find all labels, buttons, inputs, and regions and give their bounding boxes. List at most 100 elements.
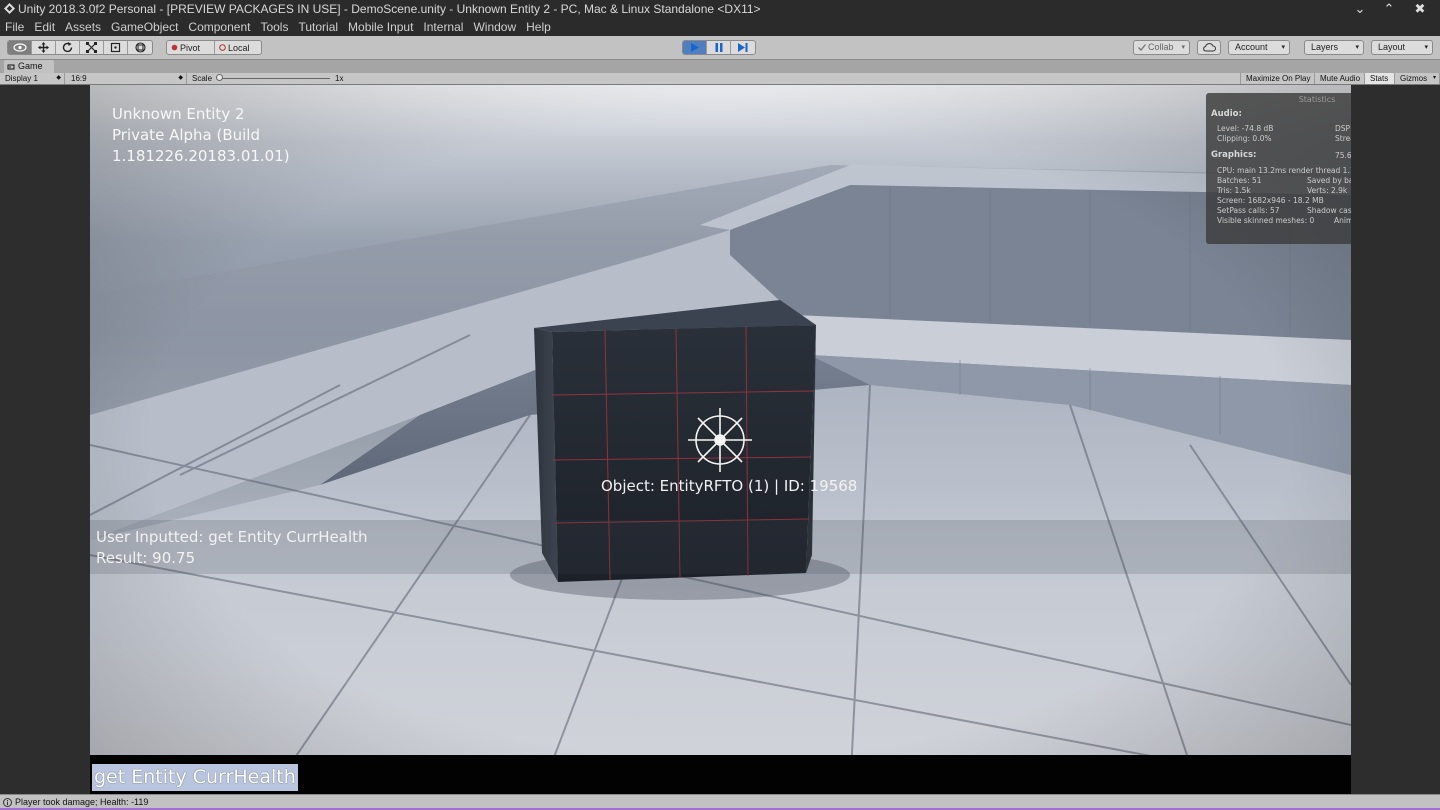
play-icon: [691, 43, 699, 52]
local-icon: [219, 44, 226, 51]
maximize-on-play-toggle[interactable]: Maximize On Play: [1240, 73, 1315, 84]
mute-audio-label: Mute Audio: [1320, 74, 1361, 83]
menu-file[interactable]: File: [0, 18, 29, 36]
chevron-down-icon: ▾: [1181, 44, 1185, 51]
chevron-down-icon: ▾: [1424, 44, 1428, 51]
account-label: Account: [1235, 42, 1268, 52]
menu-window[interactable]: Window: [468, 18, 521, 36]
rect-tool-button[interactable]: [104, 41, 128, 54]
gizmos-dropdown[interactable]: Gizmos ▾: [1395, 73, 1440, 84]
scale-tool-button[interactable]: [80, 41, 104, 54]
stats-title: Statistics: [1298, 95, 1336, 104]
check-icon: [1138, 44, 1146, 51]
game-controller-icon: [7, 64, 15, 70]
aspect-dropdown[interactable]: 16:9 ◆: [66, 73, 187, 84]
stats-screen: Screen: 1682x946 - 18.2 MB: [1217, 196, 1324, 205]
tab-game-label: Game: [18, 61, 43, 71]
tab-bar: Game: [0, 60, 1440, 73]
unity-logo-icon: [4, 3, 15, 14]
cloud-icon: [1203, 43, 1216, 52]
mute-audio-toggle[interactable]: Mute Audio: [1315, 73, 1365, 84]
collab-label: Collab: [1148, 42, 1174, 52]
eye-icon: [12, 43, 27, 52]
stats-clipping: Clipping: 0.0%: [1217, 134, 1272, 143]
scale-slider-handle[interactable]: [216, 74, 223, 81]
pivot-toggle[interactable]: Pivot: [167, 41, 215, 54]
menu-tutorial[interactable]: Tutorial: [293, 18, 343, 36]
account-dropdown[interactable]: Account ▾: [1228, 40, 1290, 55]
menu-gameobject[interactable]: GameObject: [106, 18, 183, 36]
stats-stream-load: Stream load: 0.0%: [1335, 134, 1351, 143]
menu-component[interactable]: Component: [183, 18, 255, 36]
main-toolbar: Pivot Local Collab ▾ Account ▾ Layers ▾ …: [0, 36, 1440, 60]
step-icon: [738, 43, 748, 52]
rotate-icon: [62, 42, 73, 53]
layout-label: Layout: [1378, 42, 1406, 52]
display-dropdown[interactable]: Display 1 ◆: [0, 73, 65, 84]
stats-animations: Animations: 0: [1334, 216, 1351, 225]
close-button[interactable]: ✖: [1408, 0, 1432, 18]
chevron-updown-icon: ◆: [178, 75, 183, 81]
local-toggle[interactable]: Local: [215, 41, 261, 54]
menu-help[interactable]: Help: [521, 18, 556, 36]
stats-label: Stats: [1370, 74, 1389, 83]
chevron-down-icon: ▾: [1281, 44, 1285, 51]
chevron-down-icon: ▾: [1355, 44, 1359, 51]
menu-mobile-input[interactable]: Mobile Input: [343, 18, 418, 36]
title-bar: Unity 2018.3.0f2 Personal - [PREVIEW PAC…: [0, 0, 1440, 18]
stats-skinned-meshes: Visible skinned meshes: 0: [1217, 216, 1315, 225]
user-input-echo: User Inputted: get Entity CurrHealth: [96, 528, 368, 546]
play-button[interactable]: [683, 41, 707, 54]
build-line-1: Unknown Entity 2: [112, 105, 245, 123]
maximize-on-play-label: Maximize On Play: [1246, 74, 1311, 83]
stats-cpu: CPU: main 13.2ms render thread 1.1ms: [1217, 166, 1351, 175]
layers-dropdown[interactable]: Layers ▾: [1304, 40, 1364, 55]
stats-toggle[interactable]: Stats: [1365, 73, 1395, 84]
pause-button[interactable]: [707, 41, 731, 54]
transform-tools: [7, 40, 153, 55]
stats-setpass: SetPass calls: 57: [1217, 206, 1280, 215]
info-icon: [3, 798, 12, 807]
stats-level: Level: -74.8 dB: [1217, 124, 1274, 133]
console-input-bar: get Entity CurrHealth: [90, 755, 1351, 794]
console-input-field[interactable]: get Entity CurrHealth: [92, 764, 298, 791]
stats-shadow-casters: Shadow casters: 0: [1307, 206, 1351, 215]
rotate-tool-button[interactable]: [56, 41, 80, 54]
minimize-button[interactable]: ⌄: [1348, 0, 1372, 18]
scale-value: 1x: [335, 74, 344, 83]
scale-icon: [86, 42, 97, 53]
pivot-label: Pivot: [180, 42, 201, 53]
stats-dsp-load: DSP load: 0.1%: [1335, 124, 1351, 133]
display-label: Display 1: [5, 74, 38, 83]
window-title: Unity 2018.3.0f2 Personal - [PREVIEW PAC…: [18, 2, 761, 16]
collab-dropdown[interactable]: Collab ▾: [1133, 40, 1190, 55]
game-view-toolbar: Display 1 ◆ 16:9 ◆ Scale 1x Maximize On …: [0, 73, 1440, 85]
game-viewport[interactable]: Unknown Entity 2 Private Alpha (Build 1.…: [90, 85, 1351, 794]
stats-audio-header: Audio:: [1211, 109, 1242, 119]
cloud-button[interactable]: [1197, 40, 1221, 55]
menu-assets[interactable]: Assets: [60, 18, 106, 36]
object-label: Object: EntityRFTO (1) | ID: 19568: [601, 477, 858, 495]
build-line-2: Private Alpha (Build: [112, 126, 260, 144]
scale-slider-track[interactable]: [218, 78, 330, 79]
menu-bar: File Edit Assets GameObject Component To…: [0, 18, 1440, 36]
menu-tools[interactable]: Tools: [255, 18, 293, 36]
stats-tris: Tris: 1.5k: [1217, 186, 1251, 195]
menu-internal[interactable]: Internal: [418, 18, 468, 36]
command-result: Result: 90.75: [96, 549, 196, 567]
step-button[interactable]: [731, 41, 755, 54]
build-line-3: 1.181226.20183.01.01): [112, 147, 290, 165]
maximize-button[interactable]: ⌃: [1377, 0, 1401, 18]
stats-graphics-header: Graphics:: [1211, 150, 1257, 160]
stats-fps: 75.6 FPS (13.2ms): [1335, 151, 1351, 160]
status-bar: Player took damage; Health: -119: [0, 794, 1440, 810]
tab-game[interactable]: Game: [4, 60, 54, 73]
transform-icon: [134, 42, 146, 53]
pivot-local-group: Pivot Local: [166, 40, 262, 55]
stats-batches: Batches: 51: [1217, 176, 1262, 185]
layout-dropdown[interactable]: Layout ▾: [1371, 40, 1433, 55]
view-tool-button[interactable]: [8, 41, 32, 54]
move-tool-button[interactable]: [32, 41, 56, 54]
transform-tool-button[interactable]: [128, 41, 152, 54]
menu-edit[interactable]: Edit: [29, 18, 60, 36]
